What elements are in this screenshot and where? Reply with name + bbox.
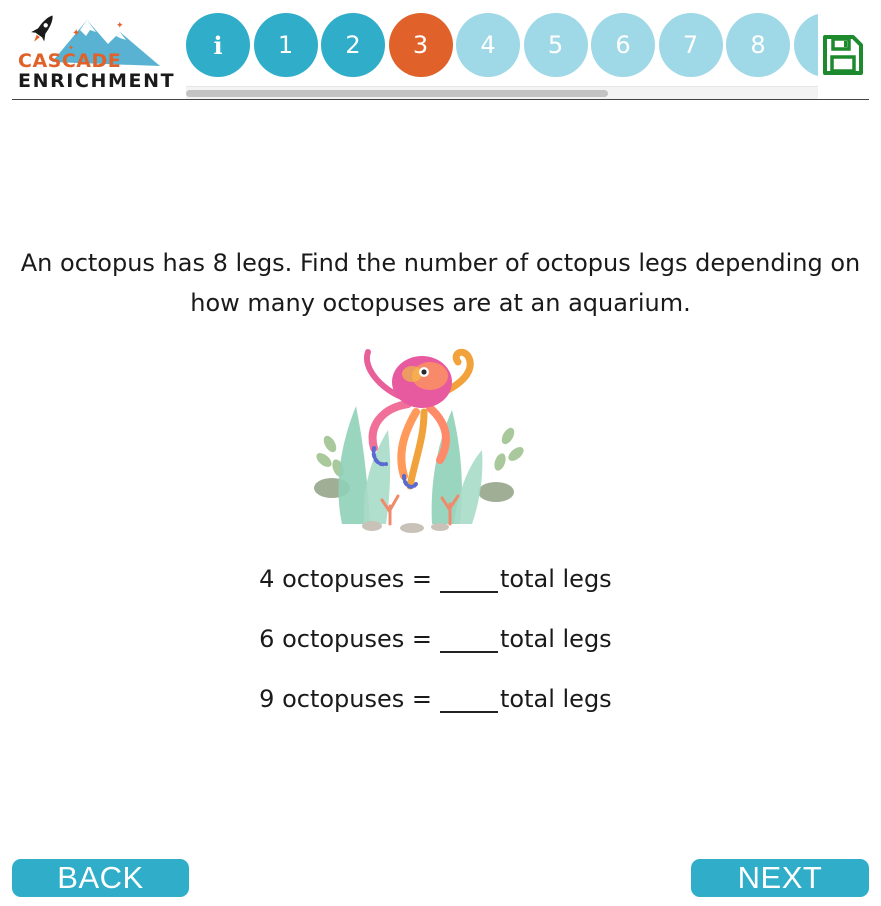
equation-left-text: 9 octopuses = xyxy=(259,685,432,713)
nav-item-question-1[interactable]: 1 xyxy=(253,13,318,77)
nav-item-question-5[interactable]: 5 xyxy=(523,13,588,77)
answer-input[interactable] xyxy=(440,617,498,653)
nav-item-question-7[interactable]: 7 xyxy=(658,13,723,77)
equation-left-text: 6 octopuses = xyxy=(259,625,432,653)
equation-row: 6 octopuses = total legs xyxy=(0,617,881,657)
equation-right-text: total legs xyxy=(500,685,612,713)
equation-row: 4 octopuses = total legs xyxy=(0,557,881,597)
logo-text-bottom: ENRICHMENT xyxy=(18,70,176,92)
nav-item-info[interactable]: i xyxy=(186,13,250,77)
back-button[interactable]: BACK xyxy=(12,859,189,897)
svg-text:✦: ✦ xyxy=(116,21,124,31)
nav-item-question-4[interactable]: 4 xyxy=(456,13,520,77)
info-icon: i xyxy=(213,30,223,60)
nav-item-question-3[interactable]: 3 xyxy=(388,13,453,77)
nav-item-question-9[interactable]: 9 xyxy=(793,13,818,77)
equation-right-text: total legs xyxy=(500,625,612,653)
logo-text-top: CASCADE xyxy=(18,50,122,72)
nav-item-question-8[interactable]: 8 xyxy=(726,13,790,77)
question-prompt: An octopus has 8 legs. Find the number o… xyxy=(20,249,861,317)
svg-text:✦: ✦ xyxy=(72,28,80,39)
nav-scrollbar[interactable] xyxy=(186,86,818,99)
nav-item-question-6[interactable]: 6 xyxy=(591,13,655,77)
floppy-disk-save-icon xyxy=(823,35,863,75)
answer-input[interactable] xyxy=(440,677,498,713)
brand-logo: ✦ ✦ ✦ CASCADE ENRICHMENT xyxy=(12,14,182,94)
question-navigation: i123456789 xyxy=(186,13,818,85)
octopus-illustration xyxy=(312,346,528,534)
nav-scrollbar-thumb[interactable] xyxy=(186,90,608,97)
answer-input[interactable] xyxy=(440,557,498,593)
octopus-image-icon xyxy=(314,348,524,533)
header-divider xyxy=(12,99,869,100)
next-button[interactable]: NEXT xyxy=(691,859,869,897)
nav-item-question-2[interactable]: 2 xyxy=(321,13,385,77)
equation-left-text: 4 octopuses = xyxy=(259,565,432,593)
equation-row: 9 octopuses = total legs xyxy=(0,677,881,717)
save-button[interactable] xyxy=(821,33,865,77)
equation-right-text: total legs xyxy=(500,565,612,593)
